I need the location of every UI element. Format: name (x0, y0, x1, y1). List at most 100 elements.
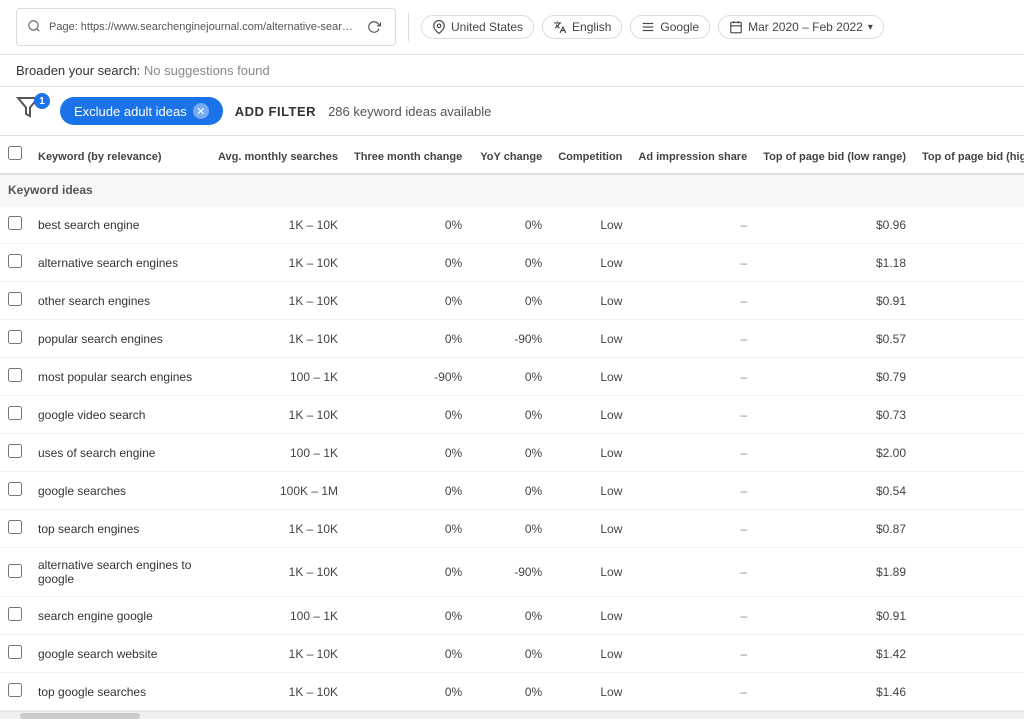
row-checkbox[interactable] (8, 607, 22, 621)
row-checkbox-cell[interactable] (0, 244, 30, 282)
row-checkbox[interactable] (8, 330, 22, 344)
filter-icon-container[interactable]: 1 (16, 95, 48, 127)
date-chip[interactable]: Mar 2020 – Feb 2022 ▾ (718, 15, 884, 39)
row-three-month: 0% (346, 635, 470, 673)
keyword-link[interactable]: top search engines (38, 522, 139, 536)
page-label: Page: https://www.searchenginejournal.co… (49, 21, 355, 33)
row-checkbox[interactable] (8, 482, 22, 496)
row-checkbox-cell[interactable] (0, 597, 30, 635)
location-label: United States (451, 20, 523, 34)
col-header-competition[interactable]: Competition (550, 136, 630, 174)
keyword-link[interactable]: alternative search engines to google (38, 558, 191, 586)
row-avg: 100 – 1K (210, 358, 346, 396)
row-checkbox[interactable] (8, 368, 22, 382)
table-row: google video search 1K – 10K 0% 0% Low –… (0, 396, 1024, 434)
row-high-bid: $4.76 (914, 396, 1024, 434)
row-ad-share: – (630, 282, 755, 320)
row-ad-share: – (630, 548, 755, 597)
keyword-link[interactable]: most popular search engines (38, 370, 192, 384)
exclude-adult-button[interactable]: Exclude adult ideas ✕ (60, 97, 223, 125)
row-checkbox-cell[interactable] (0, 320, 30, 358)
table-row: alternative search engines 1K – 10K 0% 0… (0, 244, 1024, 282)
row-checkbox[interactable] (8, 645, 22, 659)
row-checkbox-cell[interactable] (0, 472, 30, 510)
row-checkbox[interactable] (8, 564, 22, 578)
row-competition: Low (550, 673, 630, 711)
keyword-link[interactable]: top google searches (38, 685, 146, 699)
col-header-ad-impression[interactable]: Ad impression share (630, 136, 755, 174)
row-ad-share: – (630, 434, 755, 472)
col-header-yoy[interactable]: YoY change (470, 136, 550, 174)
add-filter-button[interactable]: ADD FILTER (235, 104, 316, 119)
row-checkbox[interactable] (8, 216, 22, 230)
row-high-bid: $11.21 (914, 434, 1024, 472)
row-checkbox-cell[interactable] (0, 358, 30, 396)
row-high-bid: $3.98 (914, 320, 1024, 358)
engine-chip[interactable]: Google (630, 15, 710, 39)
row-competition: Low (550, 282, 630, 320)
row-checkbox[interactable] (8, 292, 22, 306)
select-all-checkbox[interactable] (8, 146, 22, 160)
select-all-cell[interactable] (0, 136, 30, 174)
row-checkbox-cell[interactable] (0, 510, 30, 548)
row-high-bid: $4.76 (914, 597, 1024, 635)
calendar-icon (729, 20, 743, 34)
row-avg: 1K – 10K (210, 206, 346, 244)
engine-icon (641, 20, 655, 34)
keyword-link[interactable]: best search engine (38, 218, 139, 232)
col-header-high-bid[interactable]: Top of page bid (high range) (914, 136, 1024, 174)
location-icon (432, 20, 446, 34)
divider (408, 13, 409, 41)
col-header-low-bid[interactable]: Top of page bid (low range) (755, 136, 914, 174)
row-checkbox[interactable] (8, 406, 22, 420)
keyword-link[interactable]: search engine google (38, 609, 153, 623)
keyword-link[interactable]: other search engines (38, 294, 150, 308)
keyword-link[interactable]: uses of search engine (38, 446, 155, 460)
row-checkbox-cell[interactable] (0, 206, 30, 244)
row-checkbox-cell[interactable] (0, 434, 30, 472)
horizontal-scrollbar[interactable] (0, 711, 1024, 719)
row-three-month: -90% (346, 358, 470, 396)
row-three-month: 0% (346, 320, 470, 358)
engine-label: Google (660, 20, 699, 34)
keyword-link[interactable]: alternative search engines (38, 256, 178, 270)
row-yoy: 0% (470, 472, 550, 510)
row-keyword: google searches (30, 472, 210, 510)
row-ad-share: – (630, 597, 755, 635)
col-header-three-month[interactable]: Three month change (346, 136, 470, 174)
col-header-avg[interactable]: Avg. monthly searches (210, 136, 346, 174)
row-checkbox-cell[interactable] (0, 282, 30, 320)
row-checkbox[interactable] (8, 254, 22, 268)
row-checkbox[interactable] (8, 444, 22, 458)
row-keyword: best search engine (30, 206, 210, 244)
keyword-link[interactable]: popular search engines (38, 332, 163, 346)
col-header-keyword[interactable]: Keyword (by relevance) (30, 136, 210, 174)
location-chip[interactable]: United States (421, 15, 534, 39)
row-checkbox-cell[interactable] (0, 635, 30, 673)
row-low-bid: $0.54 (755, 472, 914, 510)
row-avg: 1K – 10K (210, 635, 346, 673)
table-row: google search website 1K – 10K 0% 0% Low… (0, 635, 1024, 673)
keyword-link[interactable]: google search website (38, 647, 157, 661)
table-row: best search engine 1K – 10K 0% 0% Low – … (0, 206, 1024, 244)
row-checkbox-cell[interactable] (0, 548, 30, 597)
keyword-link[interactable]: google searches (38, 484, 126, 498)
row-checkbox-cell[interactable] (0, 396, 30, 434)
row-competition: Low (550, 597, 630, 635)
refresh-button[interactable] (363, 13, 385, 41)
row-checkbox-cell[interactable] (0, 673, 30, 711)
row-low-bid: $1.18 (755, 244, 914, 282)
language-chip[interactable]: English (542, 15, 622, 39)
row-keyword: google search website (30, 635, 210, 673)
url-search-box[interactable]: Page: https://www.searchenginejournal.co… (16, 8, 396, 46)
row-checkbox[interactable] (8, 683, 22, 697)
row-avg: 1K – 10K (210, 282, 346, 320)
scrollbar-thumb[interactable] (20, 713, 140, 719)
row-yoy: 0% (470, 244, 550, 282)
row-avg: 100 – 1K (210, 597, 346, 635)
row-checkbox[interactable] (8, 520, 22, 534)
translate-icon (553, 20, 567, 34)
keyword-link[interactable]: google video search (38, 408, 145, 422)
row-yoy: -90% (470, 548, 550, 597)
close-icon: ✕ (193, 103, 209, 119)
